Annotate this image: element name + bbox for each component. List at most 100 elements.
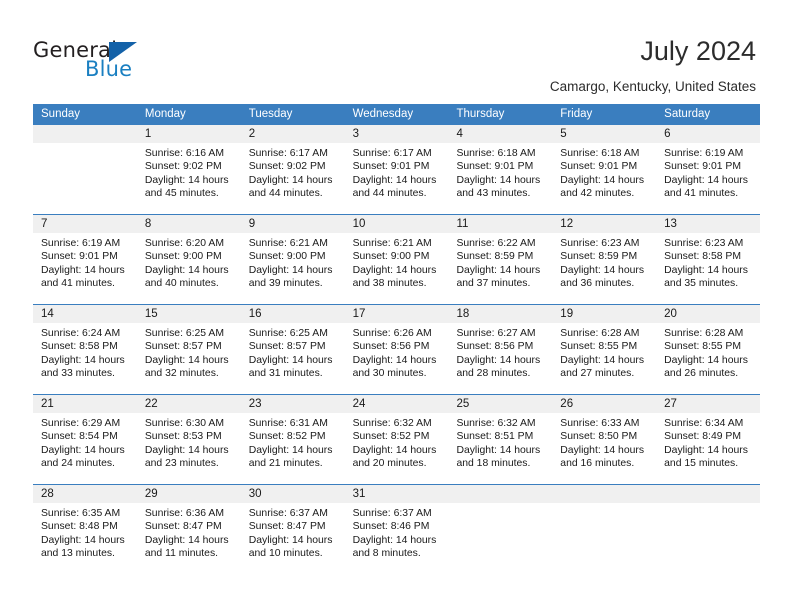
sunrise-text: Sunrise: 6:16 AM: [144, 148, 224, 159]
sunrise-text: Sunrise: 6:34 AM: [664, 418, 744, 429]
day-details: Sunrise: 6:18 AM Sunset: 9:01 PM Daylight:…: [552, 143, 656, 201]
sunrise-text: Sunrise: 6:23 AM: [664, 238, 744, 249]
sunrise-text: Sunrise: 6:23 AM: [560, 238, 640, 249]
day-details: Sunrise: 6:37 AM Sunset: 8:46 PM Daylight:…: [345, 503, 449, 561]
calendar-day-cell[interactable]: 12 Sunrise: 6:23 AM Sunset: 8:59 PM Dayligh…: [552, 215, 657, 304]
calendar-day-cell[interactable]: 23 Sunrise: 6:31 AM Sunset: 8:52 PM Dayligh…: [240, 395, 345, 484]
sunrise-text: Sunrise: 6:32 AM: [456, 418, 536, 429]
calendar-day-cell[interactable]: 19 Sunrise: 6:28 AM Sunset: 8:55 PM Dayligh…: [552, 305, 657, 394]
calendar-day-cell[interactable]: 1 Sunrise: 6:16 AM Sunset: 9:02 PM Daylight…: [136, 125, 241, 214]
calendar-day-cell[interactable]: 2 Sunrise: 6:17 AM Sunset: 9:02 PM Daylight…: [240, 125, 345, 214]
daylight-text-line1: Daylight: 14 hours: [144, 174, 229, 186]
calendar-day-cell[interactable]: 10 Sunrise: 6:21 AM Sunset: 9:00 PM Dayligh…: [344, 215, 449, 304]
daylight-text-line2: and 27 minutes.: [560, 368, 635, 380]
daylight-text-line1: Daylight: 14 hours: [352, 444, 437, 456]
calendar-day-cell[interactable]: 14 Sunrise: 6:24 AM Sunset: 8:58 PM Dayligh…: [33, 305, 137, 394]
calendar-day-cell[interactable]: 3 Sunrise: 6:17 AM Sunset: 9:01 PM Daylight…: [344, 125, 449, 214]
day-number: 5: [552, 125, 657, 143]
calendar-day-cell[interactable]: 11 Sunrise: 6:22 AM Sunset: 8:59 PM Dayligh…: [448, 215, 553, 304]
sunrise-text: Sunrise: 6:21 AM: [248, 238, 328, 249]
day-details: [448, 503, 552, 507]
day-number: 18: [448, 305, 553, 323]
day-number: 13: [656, 215, 761, 233]
calendar-day-cell[interactable]: 9 Sunrise: 6:21 AM Sunset: 9:00 PM Daylight…: [240, 215, 345, 304]
calendar-day-cell[interactable]: 4 Sunrise: 6:18 AM Sunset: 9:01 PM Daylight…: [448, 125, 553, 214]
page-header: General Blue July 2024 Camargo, Kentucky…: [0, 0, 792, 104]
calendar-day-cell[interactable]: 7 Sunrise: 6:19 AM Sunset: 9:01 PM Daylight…: [33, 215, 137, 304]
day-number: 4: [448, 125, 553, 143]
calendar-weeks: 1 Sunrise: 6:16 AM Sunset: 9:02 PM Daylight…: [33, 125, 761, 574]
calendar-week-cells: 7 Sunrise: 6:19 AM Sunset: 9:01 PM Daylight…: [33, 215, 761, 304]
calendar-day-cell[interactable]: 20 Sunrise: 6:28 AM Sunset: 8:55 PM Dayligh…: [656, 305, 761, 394]
daylight-text-line1: Daylight: 14 hours: [41, 444, 125, 456]
calendar-day-cell[interactable]: 26 Sunrise: 6:33 AM Sunset: 8:50 PM Dayligh…: [552, 395, 657, 484]
calendar-day-cell[interactable]: 22 Sunrise: 6:30 AM Sunset: 8:53 PM Dayligh…: [136, 395, 241, 484]
weekday-header-row: Sunday Monday Tuesday Wednesday Thursday Frid…: [33, 104, 760, 125]
sunrise-text: Sunrise: 6:37 AM: [248, 508, 328, 519]
sunset-text: Sunset: 8:56 PM: [456, 341, 534, 353]
calendar-day-cell[interactable]: 29 Sunrise: 6:36 AM Sunset: 8:47 PM Dayligh…: [136, 485, 241, 574]
calendar-day-cell[interactable]: 28 Sunrise: 6:35 AM Sunset: 8:48 PM Dayligh…: [33, 485, 137, 574]
day-details: Sunrise: 6:27 AM Sunset: 8:56 PM Daylight:…: [448, 323, 552, 381]
day-details: Sunrise: 6:23 AM Sunset: 8:58 PM Daylight:…: [656, 233, 760, 291]
day-number: 30: [240, 485, 345, 503]
daylight-text-line1: Daylight: 14 hours: [456, 264, 541, 276]
calendar-week-cells: 14 Sunrise: 6:24 AM Sunset: 8:58 PM Dayligh…: [33, 305, 761, 394]
day-details: Sunrise: 6:23 AM Sunset: 8:59 PM Daylight:…: [552, 233, 656, 291]
day-number: [33, 125, 137, 143]
sunset-text: Sunset: 8:54 PM: [41, 431, 118, 443]
daylight-text-line2: and 35 minutes.: [664, 278, 739, 290]
sunrise-text: Sunrise: 6:18 AM: [456, 148, 536, 159]
sunrise-text: Sunrise: 6:17 AM: [248, 148, 328, 159]
calendar-day-cell[interactable]: 15 Sunrise: 6:25 AM Sunset: 8:57 PM Dayligh…: [136, 305, 241, 394]
sunrise-text: Sunrise: 6:19 AM: [664, 148, 744, 159]
day-details: Sunrise: 6:33 AM Sunset: 8:50 PM Daylight:…: [552, 413, 656, 471]
sunset-text: Sunset: 9:00 PM: [248, 251, 326, 263]
sunset-text: Sunset: 9:00 PM: [144, 251, 222, 263]
daylight-text-line1: Daylight: 14 hours: [352, 534, 437, 546]
day-details: Sunrise: 6:31 AM Sunset: 8:52 PM Daylight:…: [241, 413, 345, 471]
calendar-day-cell[interactable]: 25 Sunrise: 6:32 AM Sunset: 8:51 PM Dayligh…: [448, 395, 553, 484]
sunset-text: Sunset: 8:52 PM: [248, 431, 326, 443]
calendar-day-cell[interactable]: 31 Sunrise: 6:37 AM Sunset: 8:46 PM Dayligh…: [344, 485, 449, 574]
day-number: 20: [656, 305, 761, 323]
sunrise-text: Sunrise: 6:26 AM: [352, 328, 432, 339]
calendar-day-cell[interactable]: 6 Sunrise: 6:19 AM Sunset: 9:01 PM Daylight…: [656, 125, 761, 214]
sunrise-text: Sunrise: 6:33 AM: [560, 418, 640, 429]
daylight-text-line1: Daylight: 14 hours: [456, 354, 541, 366]
day-number: 8: [136, 215, 241, 233]
day-number: 17: [344, 305, 449, 323]
calendar-day-cell[interactable]: 5 Sunrise: 6:18 AM Sunset: 9:01 PM Daylight…: [552, 125, 657, 214]
calendar-day-cell[interactable]: 24 Sunrise: 6:32 AM Sunset: 8:52 PM Dayligh…: [344, 395, 449, 484]
sunrise-text: Sunrise: 6:29 AM: [41, 418, 121, 429]
calendar-day-cell[interactable]: 21 Sunrise: 6:29 AM Sunset: 8:54 PM Dayligh…: [33, 395, 137, 484]
daylight-text-line1: Daylight: 14 hours: [248, 264, 333, 276]
day-details: Sunrise: 6:32 AM Sunset: 8:51 PM Daylight:…: [448, 413, 552, 471]
calendar-day-cell[interactable]: 27 Sunrise: 6:34 AM Sunset: 8:49 PM Dayligh…: [656, 395, 761, 484]
daylight-text-line1: Daylight: 14 hours: [41, 264, 125, 276]
daylight-text-line1: Daylight: 14 hours: [560, 174, 645, 186]
day-details: Sunrise: 6:24 AM Sunset: 8:58 PM Daylight:…: [33, 323, 137, 381]
daylight-text-line2: and 10 minutes.: [248, 548, 323, 560]
daylight-text-line2: and 40 minutes.: [144, 278, 219, 290]
calendar-day-cell[interactable]: 30 Sunrise: 6:37 AM Sunset: 8:47 PM Dayligh…: [240, 485, 345, 574]
sunrise-text: Sunrise: 6:35 AM: [41, 508, 121, 519]
calendar-day-cell[interactable]: 16 Sunrise: 6:25 AM Sunset: 8:57 PM Dayligh…: [240, 305, 345, 394]
calendar-day-cell[interactable]: 17 Sunrise: 6:26 AM Sunset: 8:56 PM Dayligh…: [344, 305, 449, 394]
calendar-day-cell[interactable]: 13 Sunrise: 6:23 AM Sunset: 8:58 PM Dayligh…: [656, 215, 761, 304]
day-details: Sunrise: 6:37 AM Sunset: 8:47 PM Daylight:…: [241, 503, 345, 561]
daylight-text-line2: and 15 minutes.: [664, 458, 739, 470]
day-details: Sunrise: 6:34 AM Sunset: 8:49 PM Daylight:…: [656, 413, 760, 471]
calendar-day-cell[interactable]: 18 Sunrise: 6:27 AM Sunset: 8:56 PM Dayligh…: [448, 305, 553, 394]
day-number: 25: [448, 395, 553, 413]
weekday-header-tuesday: Tuesday: [248, 108, 293, 120]
daylight-text-line1: Daylight: 14 hours: [144, 264, 229, 276]
day-details: [552, 503, 656, 507]
day-number: 3: [344, 125, 449, 143]
sunrise-text: Sunrise: 6:28 AM: [664, 328, 744, 339]
sunset-text: Sunset: 9:01 PM: [560, 161, 638, 173]
daylight-text-line2: and 30 minutes.: [352, 368, 427, 380]
calendar-week-row: 1 Sunrise: 6:16 AM Sunset: 9:02 PM Daylight…: [33, 125, 761, 214]
calendar-day-cell[interactable]: 8 Sunrise: 6:20 AM Sunset: 9:00 PM Daylight…: [136, 215, 241, 304]
day-number: 15: [136, 305, 241, 323]
